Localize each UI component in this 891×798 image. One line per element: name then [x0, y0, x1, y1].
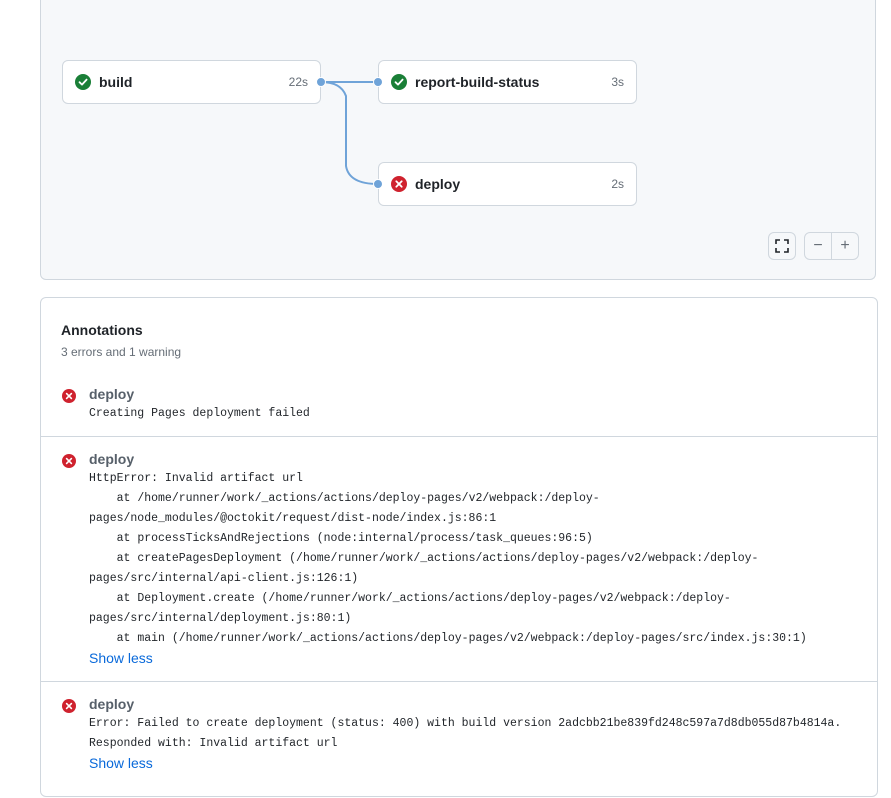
- job-name: build: [99, 74, 133, 90]
- annotation-item: deploy Creating Pages deployment failed: [41, 382, 877, 437]
- job-name: report-build-status: [415, 74, 540, 90]
- workflow-graph: build 22s report-build-status 3s deploy …: [40, 0, 876, 280]
- annotation-item: deploy HttpError: Invalid artifact url a…: [41, 436, 877, 681]
- zoom-out-button[interactable]: −: [804, 232, 832, 260]
- annotation-message: Creating Pages deployment failed: [89, 407, 310, 420]
- job-report-build-status[interactable]: report-build-status 3s: [378, 60, 637, 104]
- error-icon: [62, 699, 76, 713]
- show-less-link[interactable]: Show less: [89, 650, 153, 666]
- input-dot: [373, 77, 383, 87]
- fullscreen-button[interactable]: [768, 232, 796, 260]
- annotation-job[interactable]: deploy: [89, 451, 134, 467]
- failure-icon: [391, 176, 407, 192]
- annotation-job[interactable]: deploy: [89, 696, 134, 712]
- show-less-link[interactable]: Show less: [89, 755, 153, 771]
- error-icon: [62, 389, 76, 403]
- job-duration: 2s: [611, 177, 624, 191]
- error-icon: [62, 454, 76, 468]
- annotations-summary: 3 errors and 1 warning: [61, 345, 182, 359]
- annotation-message: HttpError: Invalid artifact url at /home…: [89, 472, 807, 645]
- fullscreen-icon: [775, 239, 789, 253]
- job-name: deploy: [415, 176, 461, 192]
- connector-build-deploy: [320, 81, 379, 185]
- annotation-message: Error: Failed to create deployment (stat…: [89, 717, 842, 750]
- annotation-job[interactable]: deploy: [89, 386, 134, 402]
- zoom-in-label: +: [840, 237, 850, 254]
- job-duration: 3s: [611, 75, 624, 89]
- output-dot: [316, 77, 326, 87]
- zoom-out-label: −: [813, 237, 823, 254]
- annotation-item: deploy Error: Failed to create deploymen…: [41, 681, 877, 798]
- zoom-in-button[interactable]: +: [831, 232, 859, 260]
- annotations-panel: Annotations 3 errors and 1 warning deplo…: [40, 297, 878, 797]
- success-icon: [391, 74, 407, 90]
- job-build[interactable]: build 22s: [62, 60, 321, 104]
- success-icon: [75, 74, 91, 90]
- job-duration: 22s: [288, 75, 308, 89]
- job-connectors: [320, 81, 379, 185]
- annotations-title: Annotations: [61, 322, 143, 338]
- job-deploy[interactable]: deploy 2s: [378, 162, 637, 206]
- input-dot: [373, 179, 383, 189]
